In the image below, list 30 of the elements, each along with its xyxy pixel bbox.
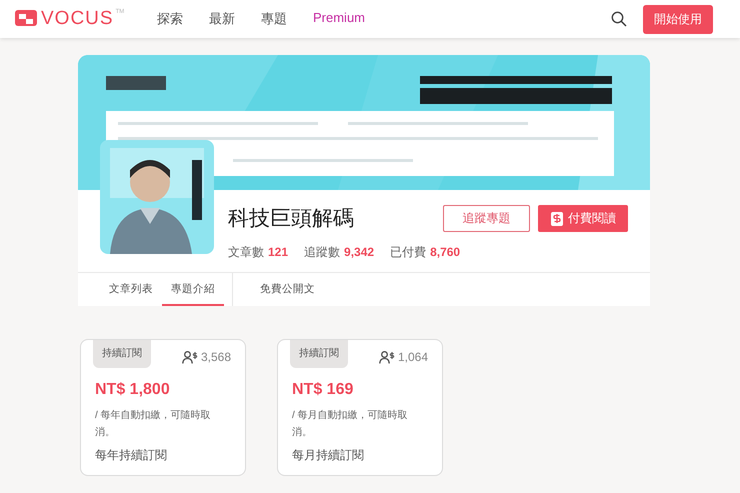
plan-price: NT$ 1,800 [95, 381, 171, 399]
nav-link[interactable]: 探索 [157, 10, 183, 28]
nav-link[interactable]: 最新 [209, 10, 235, 28]
subscriber-count: 1,064 [398, 350, 428, 364]
subscriber-count: 3,568 [200, 350, 231, 364]
logo-text[interactable]: VOCUS [41, 9, 114, 29]
plan-tag: 持續訂閱 [290, 340, 348, 368]
stat-value: 9,342 [344, 245, 374, 259]
plan-card[interactable]: 持續訂閱 3,568 NT$ 1,800 / 每年自動扣繳，可隨時取消。 每年持續訂閱 [80, 339, 246, 476]
nav-link[interactable]: 專題 [261, 10, 287, 28]
pay-button[interactable]: 付費閱讀 [538, 205, 628, 232]
plan-name: 每年持續訂閱 [95, 447, 168, 464]
tab[interactable]: 文章列表 [100, 273, 162, 306]
plan-note: / 每年自動扣繳，可隨時取消。 [95, 408, 212, 440]
plan-name: 每月持續訂閱 [292, 447, 365, 464]
plan-note: / 每月自動扣繳，可隨時取消。 [292, 408, 409, 440]
stat-value: 8,760 [430, 245, 460, 259]
plan-tag: 持續訂閱 [93, 340, 151, 368]
nav-link[interactable]: Premium [313, 10, 366, 28]
tab[interactable]: 免費公開文 [251, 273, 324, 306]
plan-price: NT$ 169 [292, 381, 354, 399]
salon-title: 科技巨頭解碼 [228, 206, 355, 232]
follow-button[interactable]: 追蹤專題 [443, 205, 530, 232]
stat-label: 已付費 [390, 244, 426, 261]
plan-card[interactable]: 持續訂閱 1,064 NT$ 169 / 每月自動扣繳，可隨時取消。 每月持續訂閱 [277, 339, 443, 476]
tab[interactable]: 專題介紹 [162, 273, 224, 306]
stat-label: 文章數 [228, 244, 264, 261]
stat-label: 追蹤數 [304, 244, 340, 261]
start-button[interactable]: 開始使用 [643, 4, 713, 34]
stat-value: 121 [268, 245, 288, 259]
